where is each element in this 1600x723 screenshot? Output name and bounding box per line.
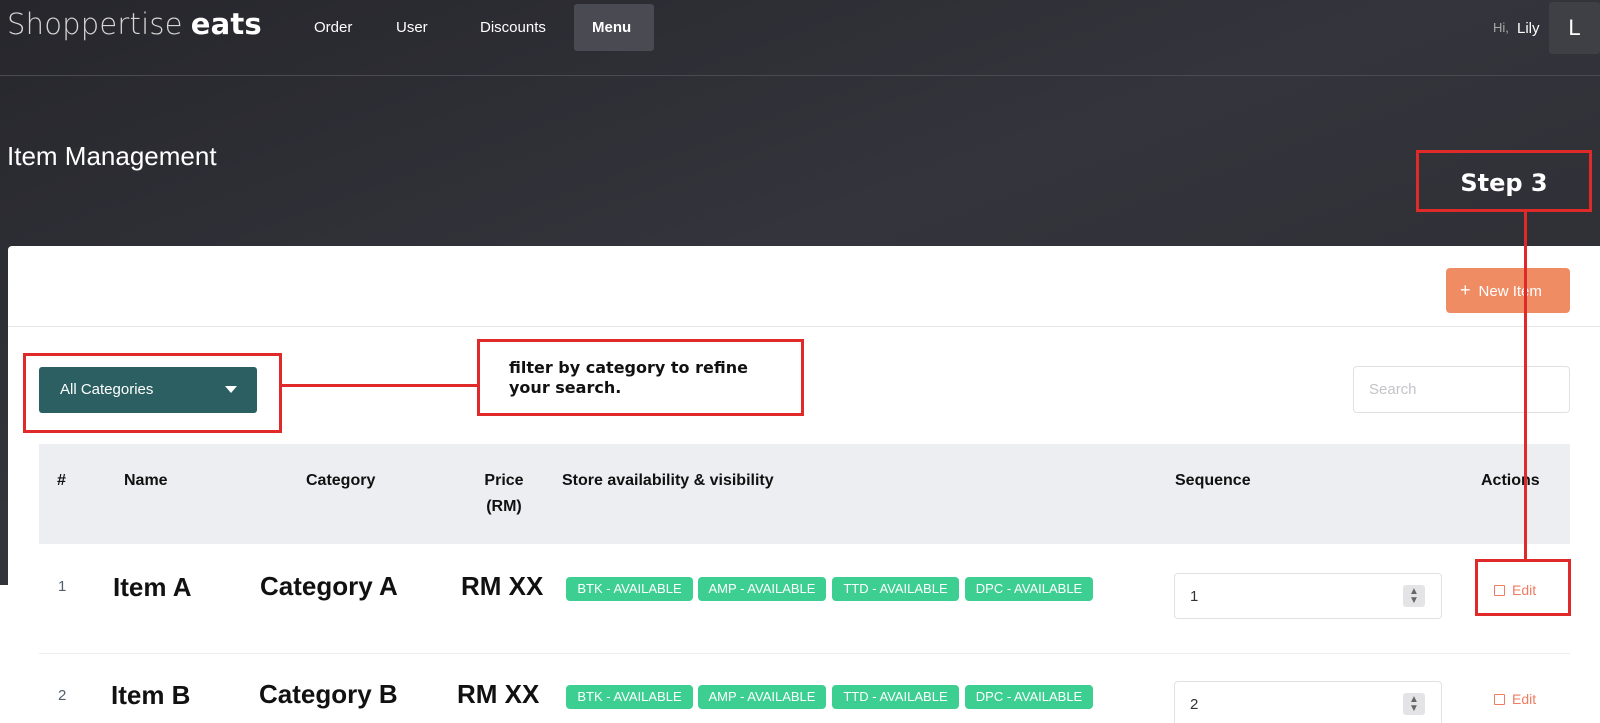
nav-menu[interactable]: Menu [574,4,654,51]
row-1-category: Category A [260,571,398,601]
row-1-badge-dpc: DPC - AVAILABLE [965,577,1093,601]
category-filter-highlight [23,353,282,433]
column-header-actions: Actions [1481,472,1540,489]
filter-note-callout: filter by category to refine your search… [477,339,804,416]
brand-logo[interactable]: Shoppertise eats [7,6,262,42]
new-item-label: New Item [1478,283,1542,300]
user-greeting: Hi, [1493,20,1509,35]
new-item-button[interactable]: + New Item [1446,268,1570,313]
filter-note-text: filter by category to refine your search… [509,358,748,397]
top-navigation-bar: Shoppertise eats Order User Discounts Men… [0,0,1600,76]
step-3-annotation: Step 3 [1416,150,1592,212]
row-2-edit-link[interactable]: Edit [1494,691,1536,707]
column-header-price-unit: (RM) [486,498,522,515]
search-input[interactable] [1353,366,1570,413]
row-2-name: Item B [111,680,191,710]
spinner-icon[interactable]: ▲ ▼ [1403,693,1425,715]
table-header [39,444,1570,544]
column-header-availability: Store availability & visibility [562,472,774,489]
row-1-badge-amp: AMP - AVAILABLE [698,577,826,601]
row-2-index: 2 [58,687,67,704]
row-1-badge-ttd: TTD - AVAILABLE [832,577,959,601]
column-header-category: Category [306,472,376,489]
row-1-price: RM XX [461,571,544,601]
column-header-name: Name [124,472,168,489]
row-1-index: 1 [58,578,67,595]
user-avatar[interactable]: L [1549,2,1600,54]
column-header-price: Price [484,472,524,489]
page-title: Item Management [7,141,217,171]
row-2-sequence-value: 2 [1190,696,1199,713]
row-2-edit-label: Edit [1512,691,1537,707]
brand-logo-part1: Shoppertise [7,7,183,41]
column-header-index: # [57,472,66,489]
step-3-label: Step 3 [1460,169,1548,197]
row-2-price: RM XX [457,679,540,709]
brand-logo-part2: eats [190,7,262,41]
row-1-badge-btk: BTK - AVAILABLE [566,577,693,601]
row-divider [39,653,1570,654]
card-header-divider [8,326,1600,327]
row-2-badge-amp: AMP - AVAILABLE [698,685,826,709]
row-2-badge-btk: BTK - AVAILABLE [566,685,693,709]
row-1-sequence-field[interactable]: 1 ▲ ▼ [1174,573,1442,619]
edit-highlight [1475,559,1571,616]
nav-order[interactable]: Order [296,4,370,51]
row-1-sequence-value: 1 [1190,588,1199,605]
step-3-connector [1524,211,1527,560]
row-2-category: Category B [259,679,398,709]
spinner-icon[interactable]: ▲ ▼ [1403,585,1425,607]
nav-user[interactable]: User [378,4,446,51]
annotation-connector [281,384,478,387]
row-1-name: Item A [113,572,192,602]
row-2-sequence-field[interactable]: 2 ▲ ▼ [1174,681,1442,723]
plus-icon: + [1460,280,1471,300]
row-2-badge-ttd: TTD - AVAILABLE [832,685,959,709]
edit-icon [1494,694,1505,705]
column-header-sequence: Sequence [1175,472,1251,489]
user-name[interactable]: Lily [1517,20,1540,37]
row-2-badge-dpc: DPC - AVAILABLE [965,685,1093,709]
nav-discounts[interactable]: Discounts [462,4,564,51]
